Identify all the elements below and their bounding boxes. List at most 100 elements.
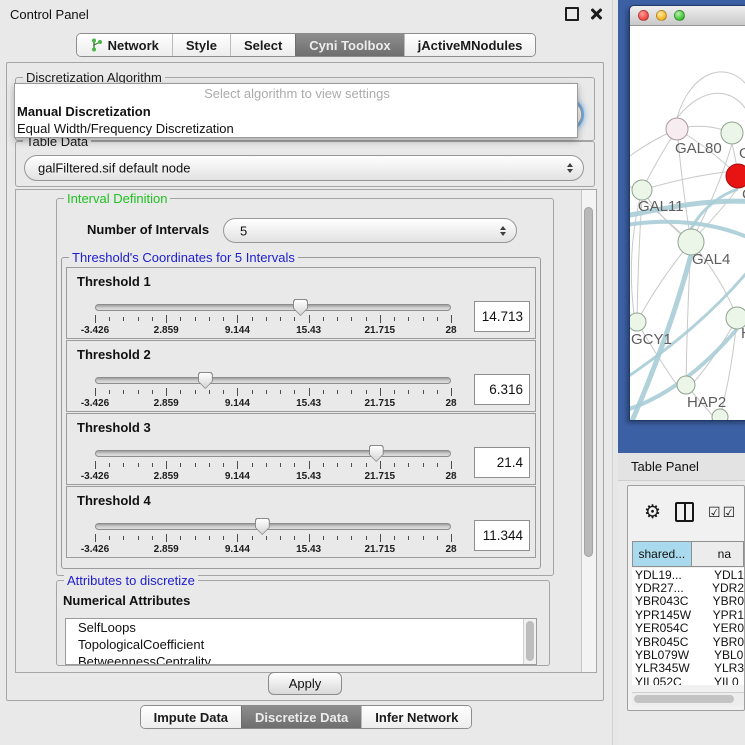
gear-icon[interactable]: ⚙ xyxy=(644,503,661,522)
table-cell: YER0 xyxy=(708,621,744,635)
algorithm-option[interactable]: Select algorithm to view settings xyxy=(15,85,577,103)
node-label-GCY1: GCY1 xyxy=(631,331,672,348)
table-panel-titlebar: Table Panel xyxy=(618,453,745,481)
numerical-attributes-label: Numerical Attributes xyxy=(63,593,190,608)
combo-arrows-icon xyxy=(567,163,573,173)
table-horizontal-scrollbar[interactable] xyxy=(632,692,744,706)
attribute-list-item[interactable]: SelfLoops xyxy=(66,619,536,636)
algorithm-option[interactable]: Manual Discretization xyxy=(15,103,577,121)
tab-select[interactable]: Select xyxy=(230,34,295,56)
tab-style[interactable]: Style xyxy=(172,34,230,56)
threshold-panel: Threshold 4 -3.4262.8599.14415.4321.71528… xyxy=(66,486,536,558)
table-row[interactable]: YPR145WYPR1 xyxy=(632,608,744,621)
slider-track[interactable] xyxy=(95,523,451,530)
spinner-arrows-icon xyxy=(500,226,506,236)
network-desktop: GAL80GACGAL11GAL4GCY1HHAP2 xyxy=(618,0,745,453)
top-tab-bar: Network StyleSelect Cyni Toolbox jActiveMNo… xyxy=(0,33,612,57)
slider-ticks xyxy=(95,315,451,324)
slider-track[interactable] xyxy=(95,304,451,311)
thresholds-group: Threshold's Coordinates for 5 Intervals … xyxy=(61,257,541,569)
number-of-intervals-spinner[interactable]: 5 xyxy=(223,218,517,243)
table-cell: YBR0 xyxy=(708,635,744,649)
numerical-attributes-list[interactable]: SelfLoopsTopologicalCoefficientBetweenne… xyxy=(65,618,537,665)
node-label-GAL11: GAL11 xyxy=(638,198,684,215)
table-row[interactable]: YER054CYER0 xyxy=(632,622,744,635)
column-header[interactable]: shared... xyxy=(632,541,692,567)
attribute-list-item[interactable]: BetweennessCentrality xyxy=(66,653,536,665)
table-cell: YPR1 xyxy=(708,608,744,622)
zoom-traffic-light-icon[interactable] xyxy=(674,10,685,21)
table-panel: ⚙ ☑☑ shared...na YDL19...YDL1YDR27...YDR… xyxy=(627,485,745,711)
network-node-GCY1[interactable] xyxy=(630,313,646,331)
slider-handle[interactable] xyxy=(293,299,308,316)
threshold-panel: Threshold 2-3.4262.8599.14415.4321.71528… xyxy=(66,340,536,412)
table-data-combobox[interactable]: galFiltered.sif default node xyxy=(24,155,584,181)
slider-handle[interactable] xyxy=(255,518,270,535)
table-row[interactable]: YIL052CYIL0 xyxy=(632,675,744,685)
close-icon[interactable] xyxy=(590,8,602,20)
table-cell: YIL052C xyxy=(632,675,709,685)
network-window-titlebar[interactable] xyxy=(630,6,745,26)
threshold-label: Threshold 3 xyxy=(77,420,151,435)
threshold-label: Threshold 4 xyxy=(77,493,151,508)
slider-tick-labels: -3.4262.8599.14415.4321.71528 xyxy=(95,398,451,409)
apply-button[interactable]: Apply xyxy=(268,672,342,695)
attributes-scrollbar[interactable] xyxy=(523,619,536,664)
settings-scrollbar[interactable] xyxy=(581,190,596,672)
tab-label: Network xyxy=(108,38,159,53)
table-cell: YBR043C xyxy=(632,594,708,608)
tab-infer-network[interactable]: Infer Network xyxy=(361,706,471,728)
tab-label: Discretize Data xyxy=(255,710,348,725)
slider-tick-labels: -3.4262.8599.14415.4321.71528 xyxy=(95,471,451,482)
table-row[interactable]: YDR27...YDR2 xyxy=(632,581,744,594)
tab-impute-data[interactable]: Impute Data xyxy=(141,706,241,728)
slider-handle[interactable] xyxy=(198,372,213,389)
tab-cyni-toolbox[interactable]: Cyni Toolbox xyxy=(295,34,403,56)
threshold-value-field[interactable]: 6.316 xyxy=(474,374,530,405)
minimize-traffic-light-icon[interactable] xyxy=(656,10,667,21)
tab-network[interactable]: Network xyxy=(77,34,172,56)
tab-discretize-data[interactable]: Discretize Data xyxy=(241,706,361,728)
table-row[interactable]: YLR345WYLR3 xyxy=(632,662,744,675)
slider-track[interactable] xyxy=(95,450,451,457)
column-header[interactable]: na xyxy=(692,541,744,567)
threshold-value-field[interactable]: 14.713 xyxy=(474,301,530,332)
table-cell: YPR145W xyxy=(632,608,708,622)
split-table-icon[interactable] xyxy=(675,502,694,522)
slider-tick-labels: -3.4262.8599.14415.4321.71528 xyxy=(95,325,451,336)
checkbox-checked-icons[interactable]: ☑☑ xyxy=(708,505,737,519)
network-view-window: GAL80GACGAL11GAL4GCY1HHAP2 xyxy=(629,5,745,421)
table-row[interactable]: YBR045CYBR0 xyxy=(632,635,744,648)
table-row[interactable]: YBL079WYBL0 xyxy=(632,648,744,661)
algorithm-option[interactable]: Equal Width/Frequency Discretization xyxy=(15,120,577,138)
slider-ticks xyxy=(95,461,451,470)
threshold-value-field[interactable]: 21.4 xyxy=(474,447,530,478)
float-window-icon[interactable] xyxy=(565,7,579,21)
slider-tick-labels: -3.4262.8599.14415.4321.71528 xyxy=(95,544,451,555)
close-traffic-light-icon[interactable] xyxy=(638,10,649,21)
attribute-list-item[interactable]: TopologicalCoefficient xyxy=(66,636,536,653)
network-node-GA[interactable] xyxy=(721,122,743,144)
cyni-toolbox-panel: Discretization Algorithm Table Data galF… xyxy=(6,62,604,701)
node-label-H: H xyxy=(741,325,745,342)
table-data-combobox-value: galFiltered.sif default node xyxy=(38,161,190,176)
number-of-intervals-label: Number of Intervals xyxy=(87,222,209,237)
threshold-value-field[interactable]: 11.344 xyxy=(474,520,530,551)
attributes-group: Attributes to discretize Numerical Attri… xyxy=(56,580,550,666)
slider-track[interactable] xyxy=(95,377,451,384)
tab-label: Cyni Toolbox xyxy=(309,38,390,53)
network-node-RED[interactable] xyxy=(726,164,745,188)
tab-jactivemnodules[interactable]: jActiveMNodules xyxy=(404,34,536,56)
table-row[interactable]: YBR043CYBR0 xyxy=(632,595,744,608)
network-canvas[interactable]: GAL80GACGAL11GAL4GCY1HHAP2 xyxy=(630,26,745,420)
algorithm-dropdown-popup: Select algorithm to view settingsManual … xyxy=(14,83,578,138)
network-node-HAP2[interactable] xyxy=(677,376,695,394)
network-graph-icon xyxy=(90,38,103,52)
network-node-GAL80[interactable] xyxy=(666,118,688,140)
tab-label: Infer Network xyxy=(375,710,458,725)
slider-handle[interactable] xyxy=(369,445,384,462)
network-node-GAL11[interactable] xyxy=(632,180,652,200)
bottom-tab-bar: Impute Data Discretize Data Infer Network xyxy=(0,705,612,729)
tab-label: Impute Data xyxy=(154,710,228,725)
table-row[interactable]: YDL19...YDL1 xyxy=(632,568,744,581)
